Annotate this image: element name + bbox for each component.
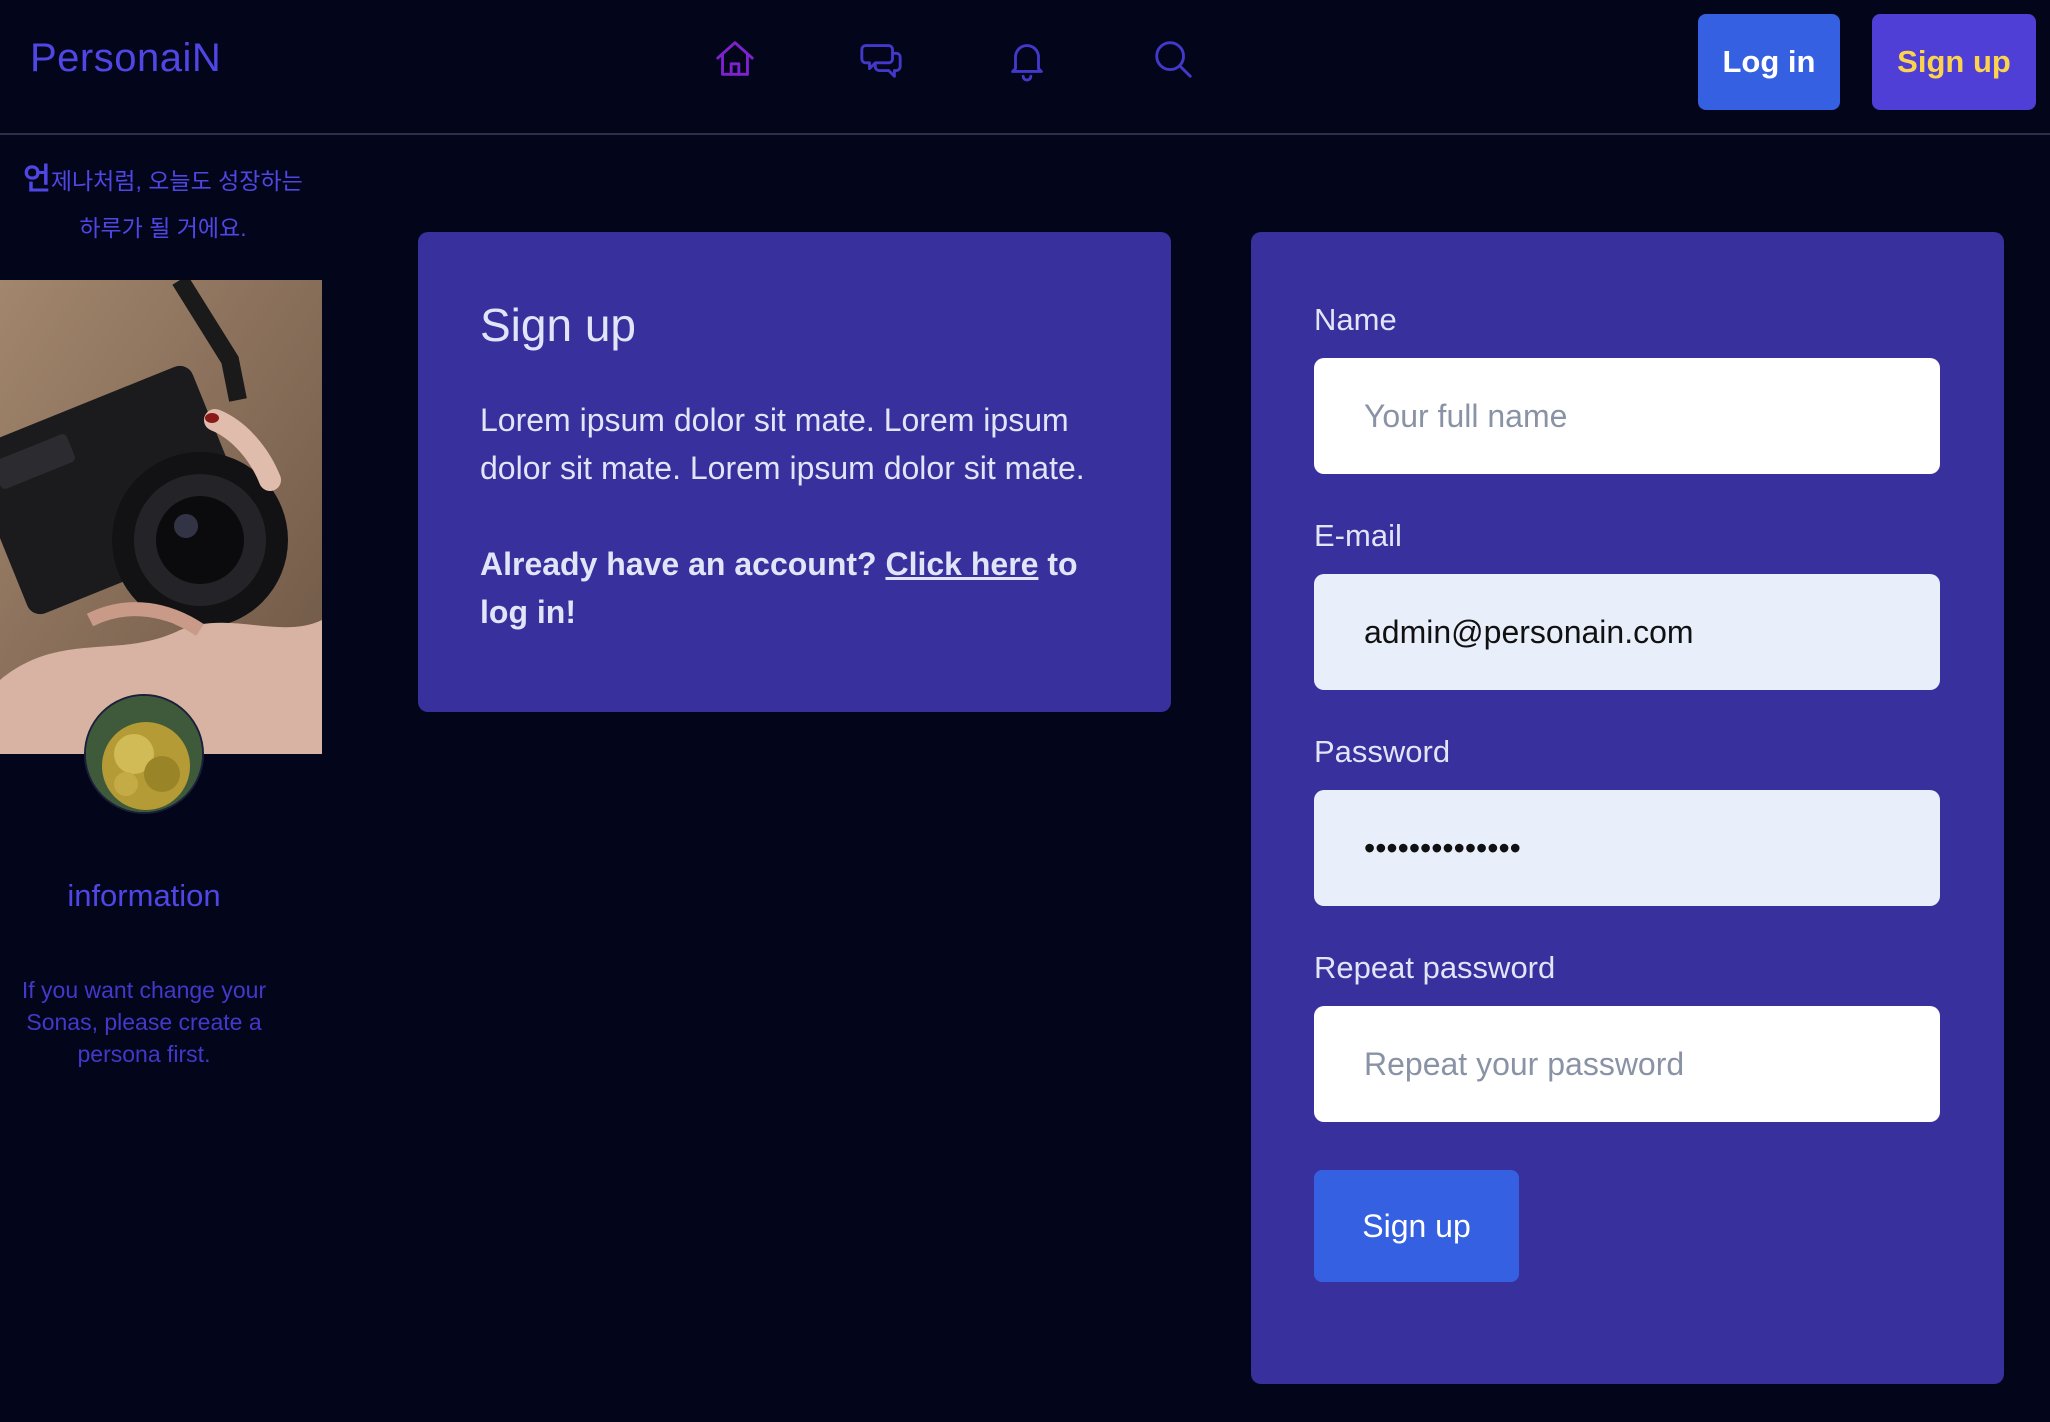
repeat-password-input[interactable]	[1314, 1006, 1940, 1122]
login-link[interactable]: Click here	[885, 546, 1038, 582]
tagline-first-char: 언	[23, 163, 51, 196]
password-field-group: Password	[1314, 734, 1941, 906]
signup-nav-button[interactable]: Sign up	[1872, 14, 2036, 110]
email-field-group: E-mail	[1314, 518, 1941, 690]
page: PersonaiN Log in Sign up 언제나처럼, 오늘도 성장하는…	[0, 0, 2050, 1422]
brand-logo[interactable]: PersonaiN	[30, 36, 221, 81]
info-card-description: Lorem ipsum dolor sit mate. Lorem ipsum …	[480, 402, 1085, 486]
login-button[interactable]: Log in	[1698, 14, 1840, 110]
tagline-line-1-text: 제나처럼, 오늘도 성장하는	[50, 168, 303, 194]
sidebar-tagline: 언제나처럼, 오늘도 성장하는 하루가 될 거에요.	[0, 156, 322, 252]
nav-icon-group	[712, 36, 1196, 82]
repeat-password-field-group: Repeat password	[1314, 950, 1941, 1122]
camera-photo-image	[0, 280, 322, 754]
profile-cover-photo	[0, 280, 322, 754]
chat-icon[interactable]	[858, 36, 904, 82]
login-prompt: Already have an account? Click here to l…	[480, 540, 1109, 636]
signup-info-card: Sign up Lorem ipsum dolor sit mate. Lore…	[418, 232, 1171, 712]
name-label: Name	[1314, 302, 1397, 337]
repeat-password-label: Repeat password	[1314, 950, 1556, 985]
search-icon[interactable]	[1150, 36, 1196, 82]
password-label: Password	[1314, 734, 1451, 769]
login-prompt-prefix: Already have an account?	[480, 546, 877, 582]
email-input[interactable]	[1314, 574, 1940, 690]
info-card-title: Sign up	[480, 299, 637, 351]
tagline-line-2: 하루가 될 거에요.	[79, 215, 247, 241]
sidebar: 언제나처럼, 오늘도 성장하는 하루가 될 거에요. information I…	[0, 136, 322, 1067]
avatar-image	[86, 696, 202, 812]
name-input[interactable]	[1314, 358, 1940, 474]
sidebar-info-title: information	[67, 878, 221, 913]
bell-icon[interactable]	[1004, 36, 1050, 82]
sidebar-info-text: If you want change your Sonas, please cr…	[21, 977, 267, 1067]
home-icon[interactable]	[712, 36, 758, 82]
password-input[interactable]	[1314, 790, 1940, 906]
name-field-group: Name	[1314, 302, 1941, 474]
avatar[interactable]	[84, 694, 204, 814]
top-navbar: PersonaiN Log in Sign up	[0, 0, 2050, 135]
signup-form-card: Name E-mail Password Repeat password Sig…	[1251, 232, 2004, 1384]
email-label: E-mail	[1314, 518, 1402, 553]
tagline-line-1: 언제나처럼, 오늘도 성장하는	[4, 156, 322, 205]
signup-submit-button[interactable]: Sign up	[1314, 1170, 1519, 1282]
